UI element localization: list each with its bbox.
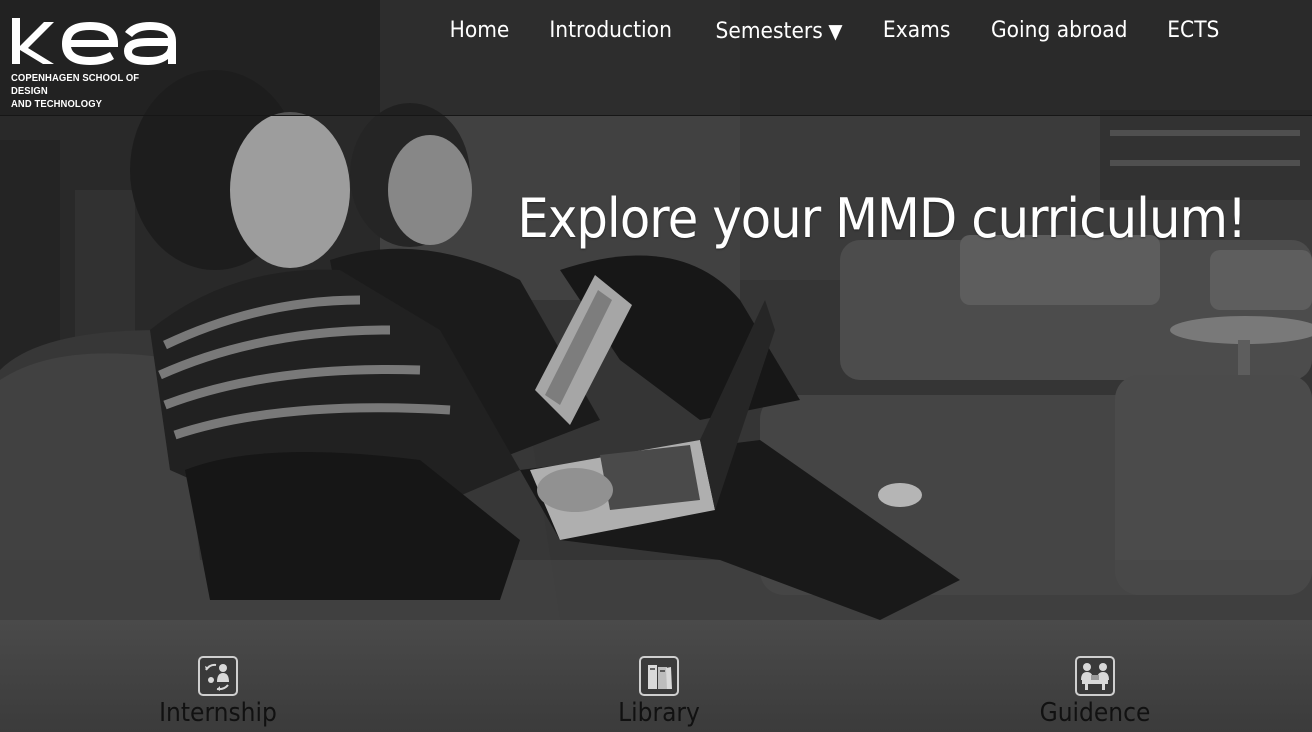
nav-ects-label: ECTS [1167,18,1220,43]
nav-semesters-dropdown[interactable]: Semesters ▼ [700,14,856,49]
main-nav: Home Introduction Semesters ▼ Exams Going… [431,14,1238,49]
library-books-icon [639,656,679,696]
nav-introduction[interactable]: Introduction [535,14,687,49]
quicklink-guidance[interactable]: Guidence [995,656,1195,728]
quicklink-library[interactable]: Library [559,656,759,728]
quicklink-guidance-label: Guidence [1039,698,1151,728]
nav-home-label: Home [449,18,510,43]
nav-ects[interactable]: ECTS [1153,14,1235,49]
guidance-meeting-icon [1075,656,1115,696]
quicklinks-bar: Internship Library Guidence [0,620,1312,732]
kea-logo[interactable]: COPENHAGEN SCHOOL OF DESIGN AND TECHNOLO… [10,18,185,110]
nav-exams-label: Exams [882,18,950,43]
internship-icon [198,656,238,696]
nav-going-abroad-label: Going abroad [990,18,1128,43]
quicklink-internship-label: Internship [159,698,277,728]
nav-introduction-label: Introduction [549,18,673,43]
nav-going-abroad[interactable]: Going abroad [976,14,1142,49]
page: COPENHAGEN SCHOOL OF DESIGN AND TECHNOLO… [0,0,1312,732]
hero-headline: Explore your MMD curriculum! [517,187,1247,250]
logo-tagline-line1: COPENHAGEN SCHOOL OF DESIGN [11,72,140,97]
top-navigation-bar: COPENHAGEN SCHOOL OF DESIGN AND TECHNOLO… [0,0,1312,116]
kea-wordmark [12,18,176,65]
nav-home[interactable]: Home [435,14,524,49]
nav-semesters-label: Semesters [715,19,823,44]
caret-down-icon: ▼ [827,19,843,43]
quicklink-internship[interactable]: Internship [118,656,318,728]
logo-tagline: COPENHAGEN SCHOOL OF DESIGN AND TECHNOLO… [11,72,173,111]
logo-tagline-line2: AND TECHNOLOGY [11,98,103,110]
quicklink-library-label: Library [618,698,700,728]
nav-exams[interactable]: Exams [868,14,965,49]
